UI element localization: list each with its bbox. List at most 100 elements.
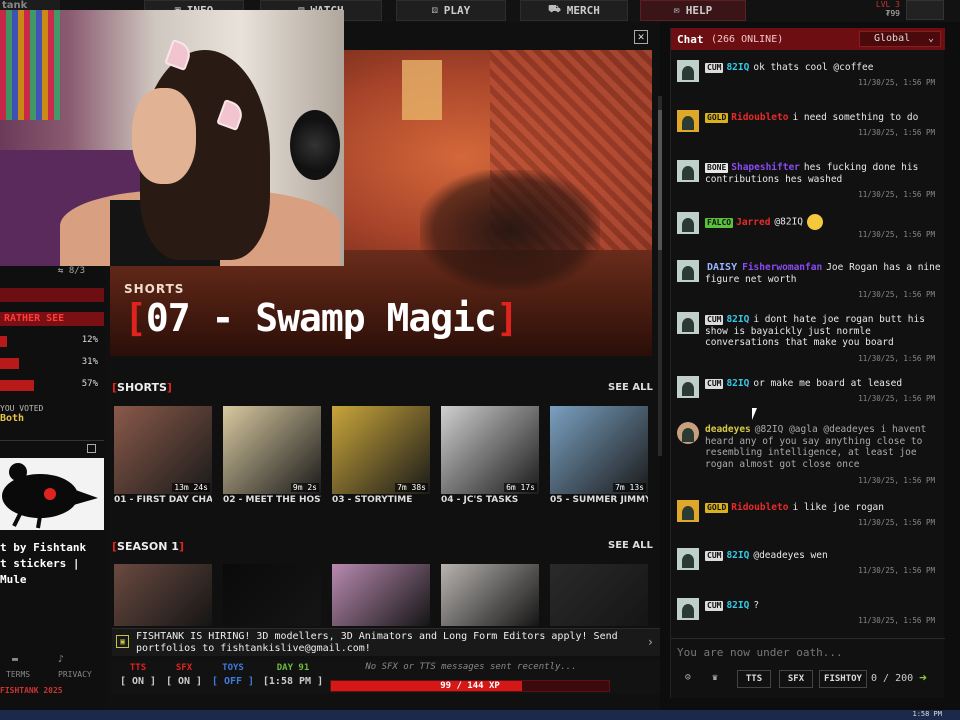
chat-channel-select[interactable]: Global ⌄ (859, 31, 941, 47)
chat-channel-value: Global (874, 33, 911, 44)
privacy-link[interactable]: PRIVACY (58, 670, 92, 679)
level-text: LVL 3 (875, 0, 900, 9)
username[interactable]: Ridoubleto (731, 502, 788, 513)
promo-text[interactable]: t by Fishtank t stickers | Mule (0, 540, 104, 588)
nav-merch-button[interactable]: ⛟ MERCH (520, 0, 628, 21)
chat-message-body: DAISY Fisherwomanfan Joe Rogan has a nine … (705, 262, 941, 285)
season-thumbnail[interactable] (223, 564, 321, 626)
avatar[interactable] (677, 212, 699, 234)
poll-option-1[interactable]: 12% (0, 334, 100, 348)
promo-image[interactable] (0, 458, 104, 530)
chat-input[interactable]: You are now under oath... (671, 638, 945, 664)
avatar[interactable] (677, 160, 699, 182)
poll-option-3[interactable]: 57% (0, 378, 100, 392)
username[interactable]: 82IQ (726, 600, 749, 611)
avatar[interactable] (677, 548, 699, 570)
tts-button[interactable]: TTS (737, 670, 771, 688)
message-timestamp: 11/30/25, 1:56 PM (858, 230, 935, 239)
sfx-toggle[interactable]: SFX [ ON ] (162, 662, 206, 688)
avatar[interactable] (677, 422, 699, 444)
username[interactable]: deadeyes (705, 424, 751, 435)
season-thumbnail[interactable] (332, 564, 430, 626)
username[interactable]: Jarred (736, 217, 770, 228)
short-duration: 9m 2s (290, 483, 319, 492)
username[interactable]: Shapeshifter (731, 162, 800, 173)
close-overlay-button[interactable]: ✕ (634, 30, 648, 44)
webcam-overlay[interactable] (0, 10, 344, 266)
main-scrollbar-thumb[interactable] (658, 110, 662, 250)
emoji-icon[interactable]: ☺ (679, 670, 697, 688)
status-message: No SFX or TTS messages sent recently... (365, 662, 577, 672)
voted-status: YOU VOTED Both (0, 404, 43, 424)
avatar[interactable] (677, 312, 699, 334)
send-icon[interactable]: ➜ (919, 671, 927, 686)
username[interactable]: Ridoubleto (731, 112, 788, 123)
chat-tools: ☺ ♛ TTS SFX FISHTOY 0 / 200 ➜ (671, 668, 945, 692)
tiktok-icon[interactable]: ♪ (58, 654, 104, 665)
avatar[interactable] (677, 110, 699, 132)
avatar[interactable] (677, 500, 699, 522)
terms-link[interactable]: TERMS (6, 670, 30, 679)
minimize-icon[interactable] (87, 444, 96, 453)
poll-fill-3 (0, 380, 34, 391)
tts-toggle-value: [ ON ] (119, 676, 157, 687)
social-icons: ▬♪ (12, 654, 104, 665)
message-text: ok thats cool @coffee (753, 62, 874, 73)
avatar[interactable] (677, 260, 699, 282)
user-badge: FALCO (705, 217, 734, 228)
message-timestamp: 11/30/25, 1:56 PM (858, 290, 935, 299)
short-thumbnail[interactable]: 6m 17s (441, 406, 539, 494)
short-title[interactable]: 05 - SUMMER JIMMY V (550, 495, 648, 505)
sfx-button[interactable]: SFX (779, 670, 813, 688)
sidebar-count: ⇆ 8/3 (58, 266, 86, 276)
short-title[interactable]: 01 - FIRST DAY CHA (114, 495, 212, 505)
short-title[interactable]: 04 - JC'S TASKS (441, 495, 539, 505)
nav-merch-label: MERCH (566, 4, 600, 17)
hero-bracket-close: ] (495, 296, 519, 340)
season-thumbnail[interactable] (441, 564, 539, 626)
toys-toggle[interactable]: TOYS [ OFF ] (208, 662, 258, 688)
avatar[interactable] (677, 60, 699, 82)
shorts-heading: [SHORTS] (112, 381, 172, 394)
short-thumbnail[interactable]: 7m 13s (550, 406, 648, 494)
profile-avatar[interactable] (906, 0, 944, 20)
short-thumbnail[interactable]: 13m 24s (114, 406, 212, 494)
chat-message-body: CUM 82IQ i dont hate joe rogan butt his sh… (705, 314, 941, 349)
short-duration: 7m 38s (395, 483, 428, 492)
poll-fill-2 (0, 358, 19, 369)
short-thumbnail[interactable]: 7m 38s (332, 406, 430, 494)
user-badge: CUM (705, 63, 724, 73)
avatar[interactable] (677, 376, 699, 398)
promo-header (0, 440, 104, 456)
fishtoy-button[interactable]: FISHTOY (819, 670, 867, 688)
season-thumbnail[interactable] (550, 564, 648, 626)
social-icon-1[interactable]: ▬ (12, 654, 58, 665)
chat-online-count: (266 ONLINE) (711, 34, 784, 45)
avatar[interactable] (677, 598, 699, 620)
season-see-all[interactable]: SEE ALL (608, 540, 653, 551)
username[interactable]: 82IQ (726, 550, 749, 561)
short-thumbnail[interactable]: 9m 2s (223, 406, 321, 494)
tts-toggle[interactable]: TTS [ ON ] (116, 662, 160, 688)
username[interactable]: 82IQ (726, 62, 749, 73)
shorts-see-all[interactable]: SEE ALL (608, 382, 653, 393)
user-badge: GOLD (705, 503, 729, 513)
voted-choice: Both (0, 413, 25, 424)
user-badge: BONE (705, 163, 729, 173)
season-thumbnail[interactable] (114, 564, 212, 626)
chevron-right-icon[interactable]: › (647, 635, 654, 649)
message-timestamp: 11/30/25, 1:56 PM (858, 476, 935, 485)
username[interactable]: 82IQ (726, 314, 749, 325)
trophy-icon[interactable]: ♛ (705, 670, 725, 688)
short-title[interactable]: 03 - STORYTIME (332, 495, 430, 505)
chat-title: Chat (677, 33, 704, 46)
announcement-ticker[interactable]: ▣ FISHTANK IS HIRING! 3D modellers, 3D A… (112, 628, 660, 656)
poll-option-2[interactable]: 31% (0, 356, 100, 370)
short-title[interactable]: 02 - MEET THE HOST (223, 495, 321, 505)
dice-icon: ⚄ (431, 5, 438, 16)
username[interactable]: Fisherwomanfan (742, 262, 822, 273)
short-duration: 7m 13s (613, 483, 646, 492)
username[interactable]: 82IQ (726, 378, 749, 389)
nav-help-button[interactable]: ✉ HELP (640, 0, 746, 21)
nav-play-button[interactable]: ⚄ PLAY (396, 0, 506, 21)
